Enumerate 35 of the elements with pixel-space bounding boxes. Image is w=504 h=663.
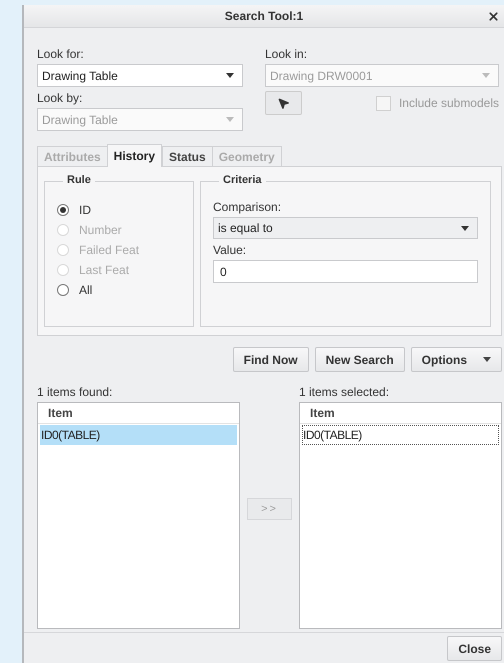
pointer-button[interactable] [265,91,302,115]
field-label: Value: [213,243,248,258]
radio-label: All [79,283,92,297]
tab[interactable]: Status [162,146,213,167]
action-button[interactable]: New Search [314,347,405,372]
column-header: Item [38,403,239,424]
checkbox-label: Include submodels [398,96,499,110]
comparison-dropdown[interactable]: is equal to [213,217,478,239]
action-button[interactable]: Find Now [232,347,309,372]
field-label: Look for: [37,47,85,62]
radio-label: ID [79,203,91,217]
group-title: Criteria [219,174,266,186]
list-label: 1 items found: [37,385,114,400]
window-title: Search Tool:1 [224,9,304,23]
field-label: Comparison: [213,200,282,215]
radio-button[interactable] [57,284,69,296]
column-header: Item [300,403,501,424]
list-item[interactable]: ID0(TABLE) [40,425,237,445]
field-label: Look in: [265,47,308,62]
close-icon[interactable] [487,10,500,23]
radio-label: Failed Feat [79,243,140,257]
value-field[interactable]: 0 [213,260,478,283]
field-label: Look by: [37,91,84,106]
close-button[interactable]: Close [447,636,502,661]
caret-icon [483,357,491,362]
look-for-dropdown[interactable]: Drawing Table [37,64,243,87]
radio-label: Last Feat [79,263,130,277]
list-item[interactable]: ID0(TABLE) [302,425,499,445]
options-menu-button[interactable]: Options [410,347,502,372]
tab[interactable]: History [106,144,162,167]
list-label: 1 items selected: [299,385,390,400]
radio-label: Number [79,223,122,237]
pointer-icon [277,96,290,110]
radio-button[interactable] [57,204,69,216]
group-title: Rule [63,174,95,186]
